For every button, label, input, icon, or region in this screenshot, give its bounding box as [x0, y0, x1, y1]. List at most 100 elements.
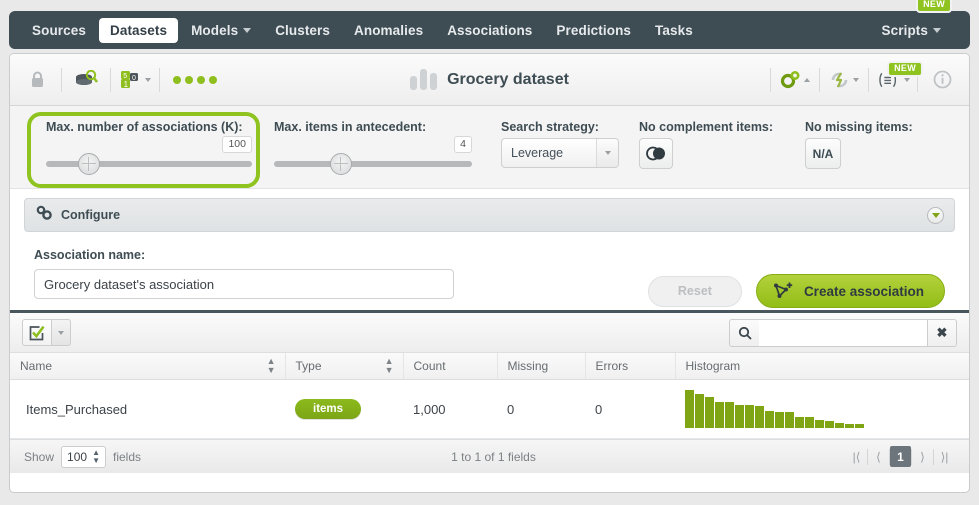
svg-text:5: 5 [123, 73, 127, 80]
status-dot [209, 75, 217, 84]
histogram-bar [745, 405, 754, 428]
checkbox-checked-icon[interactable] [22, 319, 52, 346]
chevron-down-glyph [604, 151, 611, 155]
dataset-card: 5 0 1 Grocery dataset NEW Max. number of… [9, 53, 970, 493]
cell-histogram [675, 379, 969, 439]
nav-item-sources[interactable]: Sources [21, 18, 97, 43]
next-page-button[interactable]: ⟩ [912, 446, 933, 467]
antecedent-slider-track[interactable] [274, 161, 472, 167]
range-text: 1 to 1 of 1 fields [451, 449, 536, 464]
status-dot [197, 75, 205, 84]
gear-icon[interactable] [778, 63, 812, 97]
sort-icon[interactable]: ▲ ▼ [267, 357, 276, 375]
divider [868, 67, 869, 92]
nav-item-predictions[interactable]: Predictions [545, 18, 642, 43]
column-header-missing[interactable]: Missing [497, 353, 586, 380]
first-page-button[interactable]: |⟨ [846, 446, 867, 467]
divider [159, 67, 160, 92]
page-size-value: 100 [67, 449, 88, 464]
k-value: 100 [222, 136, 252, 153]
divider [61, 67, 62, 92]
nav-item-datasets[interactable]: Datasets [98, 17, 179, 43]
page-size-select[interactable]: 100 ▲ ▼ [61, 445, 106, 468]
create-association-button[interactable]: Create association [755, 274, 945, 308]
histogram-bar [725, 402, 734, 428]
histogram-bar [765, 411, 774, 428]
histogram-bar [735, 405, 744, 428]
fields-icon[interactable]: 5 0 1 [118, 63, 152, 97]
cell-name: Items_Purchased [10, 379, 285, 439]
status-dots-icon[interactable] [167, 75, 223, 84]
no-complement-toggle[interactable] [639, 138, 673, 169]
sort-icon[interactable]: ▲ ▼ [385, 357, 394, 375]
svg-text:1: 1 [123, 80, 128, 89]
prev-page-button[interactable]: ⟨ [868, 446, 889, 467]
search-strategy-select[interactable]: Leverage [501, 138, 619, 168]
page-title: Grocery dataset [447, 70, 569, 88]
fields-table-section: ✖ Name ▲ ▼ Type ▲ ▼ Count Missing Errors… [10, 310, 969, 473]
param-max-antecedent: Max. items in antecedent: 4 [274, 120, 472, 175]
checkbox-menu-chevron-down-icon[interactable] [52, 319, 71, 346]
chevron-down-circle-icon[interactable] [927, 206, 944, 224]
column-header-errors[interactable]: Errors [585, 353, 676, 380]
table-row[interactable]: Items_Purchased items 1,000 0 0 [10, 379, 969, 439]
param-max-antecedent-label: Max. items in antecedent: [274, 120, 427, 134]
histogram-bar [815, 420, 824, 428]
table-body: Items_Purchased items 1,000 0 0 [10, 379, 969, 439]
nav-item-anomalies[interactable]: Anomalies [343, 18, 434, 43]
status-dot [185, 75, 193, 84]
table-head: Name ▲ ▼ Type ▲ ▼ Count Missing Errors H… [10, 353, 969, 380]
association-name-input[interactable] [34, 269, 454, 299]
nav-item-associations[interactable]: Associations [436, 18, 543, 43]
no-missing-value[interactable]: N/A [805, 138, 841, 169]
info-icon[interactable] [925, 63, 959, 97]
chevron-down-icon [243, 27, 252, 33]
fields-table: Name ▲ ▼ Type ▲ ▼ Count Missing Errors H… [10, 353, 969, 439]
histogram-bar [715, 402, 724, 428]
association-name-label: Association name: [34, 248, 146, 262]
last-page-button[interactable]: ⟩| [934, 446, 955, 467]
column-header-count[interactable]: Count [403, 353, 498, 380]
antecedent-slider[interactable]: 4 [274, 136, 472, 175]
chevron-down-icon [144, 77, 151, 82]
cell-count: 1,000 [403, 379, 497, 439]
param-no-complement: No complement items: [639, 120, 773, 169]
histogram-bar [805, 417, 814, 428]
column-header-missing-label: Missing [507, 359, 549, 373]
nav-item-scripts-inner[interactable]: Scripts [871, 18, 952, 43]
lightning-icon[interactable] [827, 63, 861, 97]
configure-section: Configure [10, 189, 969, 232]
svg-text:0: 0 [132, 75, 136, 82]
nav-item-clusters[interactable]: Clusters [264, 18, 341, 43]
column-header-name[interactable]: Name ▲ ▼ [10, 353, 286, 380]
current-page-button[interactable]: 1 [889, 446, 911, 467]
search-icon [729, 318, 759, 347]
column-header-errors-label: Errors [595, 359, 629, 373]
divider [819, 67, 820, 92]
k-slider[interactable]: 100 [46, 136, 252, 175]
histogram-chart [685, 390, 959, 428]
fields-label: fields [112, 449, 141, 464]
gears-icon [35, 205, 53, 226]
dataset-header-bar: 5 0 1 Grocery dataset NEW [10, 54, 969, 106]
chevron-down-icon [853, 77, 859, 82]
search-input[interactable] [759, 318, 927, 347]
chevron-down-icon[interactable] [596, 139, 618, 167]
k-slider-track[interactable] [46, 161, 252, 167]
reset-button[interactable]: Reset [647, 275, 742, 307]
nav-item-tasks[interactable]: Tasks [644, 18, 704, 43]
param-max-associations-label: Max. number of associations (K): [46, 120, 243, 134]
k-slider-thumb[interactable] [78, 153, 100, 175]
chevron-down-icon [904, 77, 910, 82]
nav-item-scripts-label: Scripts [881, 22, 928, 38]
lock-icon[interactable] [20, 63, 54, 97]
dataset-search-icon[interactable] [69, 63, 103, 97]
chevron-up-icon [804, 77, 810, 82]
nav-item-scripts[interactable]: NEW Scripts [871, 0, 954, 43]
configure-bar[interactable]: Configure [24, 198, 955, 232]
column-header-type[interactable]: Type ▲ ▼ [285, 353, 404, 380]
antecedent-slider-thumb[interactable] [330, 153, 352, 175]
close-icon[interactable]: ✖ [927, 318, 957, 347]
nav-item-models[interactable]: Models [180, 18, 262, 43]
association-parameters: Max. number of associations (K): 100 Max… [10, 106, 969, 189]
